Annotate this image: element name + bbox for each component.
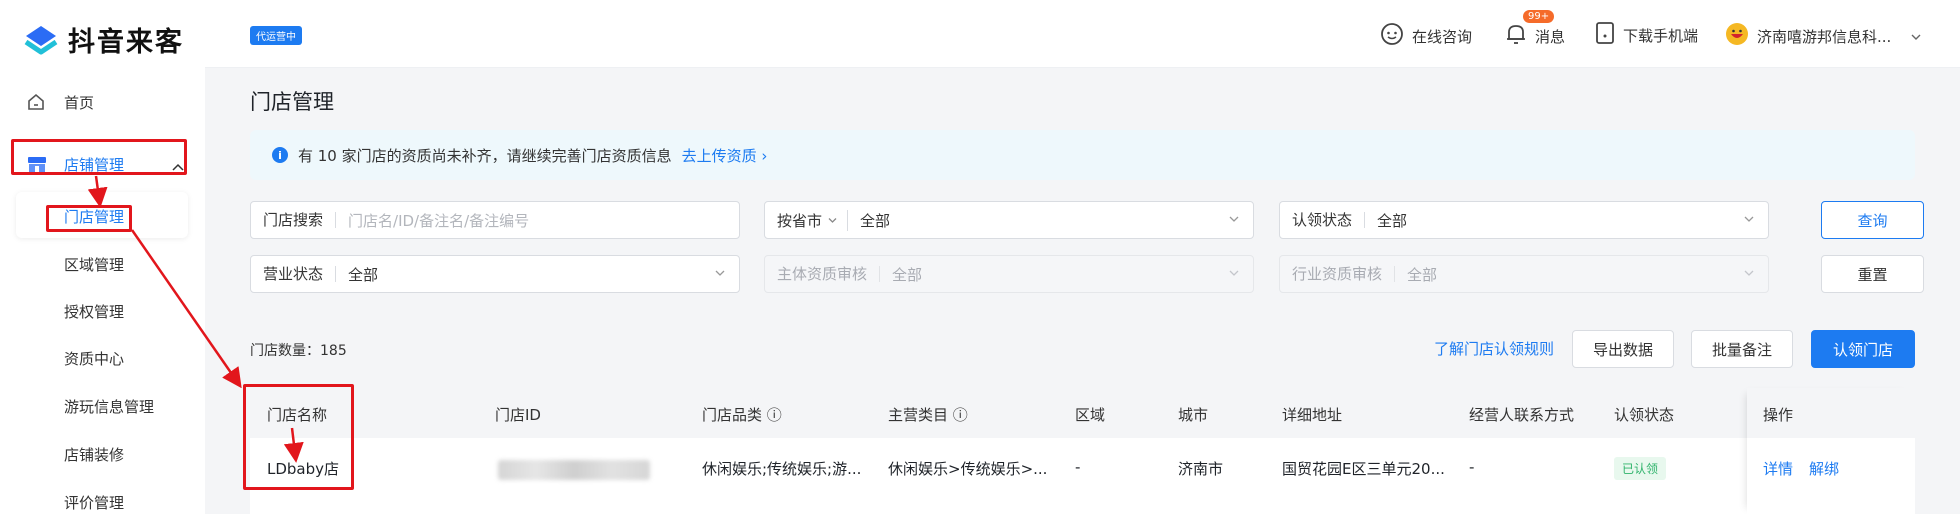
- store-search-input[interactable]: 门店名/ID/备注名/备注编号: [336, 210, 739, 231]
- messages-button[interactable]: 99+ 消息: [1505, 10, 1566, 50]
- store-table: 门店名称 门店ID 门店品类 ⓘ 主营类目 ⓘ 区域 城市 详细地址 经营人联系…: [250, 388, 1915, 514]
- claim-store-button[interactable]: 认领门店: [1811, 330, 1915, 368]
- claim-status-label: 认领状态: [1280, 212, 1366, 228]
- main-category-cell: 休闲娱乐>传统娱乐>...: [888, 460, 1048, 478]
- notice-text: 有 10 家门店的资质尚未补齐，请继续完善门店资质信息: [298, 146, 672, 165]
- online-consult-button[interactable]: 在线咨询: [1380, 22, 1472, 50]
- chevron-down-icon: [1744, 270, 1754, 276]
- home-icon: [26, 92, 46, 112]
- qualification-notice: i 有 10 家门店的资质尚未补齐，请继续完善门店资质信息 去上传资质 ›: [250, 130, 1915, 180]
- messages-label: 消息: [1535, 27, 1566, 46]
- upload-qualification-link[interactable]: 去上传资质 ›: [682, 145, 768, 166]
- column-header-category: 门店品类 ⓘ: [702, 406, 782, 424]
- avatar: [1725, 22, 1749, 50]
- store-id-redacted: [498, 460, 650, 480]
- brand-name: 抖音来客: [68, 27, 184, 58]
- business-status-select[interactable]: 营业状态 全部: [250, 255, 740, 293]
- column-header-address: 详细地址: [1282, 406, 1343, 424]
- column-header-region: 区域: [1075, 406, 1106, 424]
- unbind-link[interactable]: 解绑: [1809, 458, 1839, 479]
- annotation-box-store-list: [46, 205, 132, 232]
- account-name: 济南嘻游邦信息科...: [1757, 27, 1892, 46]
- column-header-status: 认领状态: [1614, 406, 1675, 424]
- detail-link[interactable]: 详情: [1763, 458, 1793, 479]
- messages-count-badge: 99+: [1523, 10, 1555, 23]
- sidebar-subitem-reviews[interactable]: 评价管理: [64, 492, 124, 513]
- query-button[interactable]: 查询: [1821, 201, 1924, 239]
- store-count: 门店数量：185: [250, 343, 347, 359]
- column-header-main-category: 主营类目 ⓘ: [888, 406, 968, 424]
- sidebar-subitem-decoration[interactable]: 店铺装修: [64, 444, 124, 465]
- contact-cell: -: [1469, 458, 1475, 476]
- export-data-button[interactable]: 导出数据: [1572, 330, 1674, 368]
- city-cell: 济南市: [1178, 460, 1224, 478]
- brand-logo[interactable]: 抖音来客: [22, 20, 184, 59]
- annotation-box-store-name: [243, 384, 354, 490]
- consult-label: 在线咨询: [1412, 27, 1473, 46]
- column-header-city: 城市: [1178, 406, 1209, 424]
- business-status-value: 全部: [348, 265, 379, 284]
- chevron-down-icon: [1744, 216, 1754, 222]
- download-label: 下载手机端: [1623, 26, 1699, 45]
- sidebar-item-home[interactable]: 首页: [0, 82, 190, 122]
- chevron-down-icon: [715, 270, 725, 276]
- douyin-laike-logo-icon: [22, 22, 60, 58]
- reset-button[interactable]: 重置: [1821, 255, 1924, 293]
- business-status-label: 营业状态: [251, 266, 337, 282]
- province-value: 全部: [860, 211, 891, 230]
- chevron-down-icon: [1229, 270, 1239, 276]
- column-header-id: 门店ID: [495, 406, 541, 424]
- store-search-label: 门店搜索: [251, 212, 337, 228]
- chevron-down-icon: [1911, 27, 1921, 45]
- bell-icon: 99+: [1505, 10, 1555, 50]
- page-title: 门店管理: [250, 90, 334, 114]
- sidebar-subitem-play-info[interactable]: 游玩信息管理: [64, 396, 154, 417]
- actions-column: 操作 详情 解绑: [1747, 388, 1915, 514]
- industry-review-value: 全部: [1407, 265, 1438, 284]
- province-city-select[interactable]: 按省市 全部: [764, 201, 1254, 239]
- claim-status-select[interactable]: 认领状态 全部: [1279, 201, 1769, 239]
- entity-review-label: 主体资质审核: [765, 266, 881, 282]
- claimed-status-badge: 已认领: [1614, 457, 1667, 480]
- phone-icon: [1595, 22, 1615, 48]
- category-cell: 休闲娱乐;传统娱乐;游...: [702, 460, 862, 478]
- sidebar: 抖音来客 首页 店铺管理 门店管理 区域管理 授权管理 资质中心 游玩信息管理 …: [0, 0, 205, 514]
- top-header: 代运营中 在线咨询 99+ 消息 下载手机端 济南嘻游邦信息科...: [205, 0, 1960, 68]
- claim-status-value: 全部: [1377, 211, 1408, 230]
- sidebar-subitem-qualification[interactable]: 资质中心: [64, 348, 124, 369]
- agency-badge: 代运营中: [250, 26, 302, 45]
- column-header-actions: 操作: [1763, 406, 1794, 424]
- sidebar-subitem-authorization[interactable]: 授权管理: [64, 301, 124, 322]
- chevron-down-icon: [828, 217, 837, 223]
- industry-review-label: 行业资质审核: [1280, 266, 1396, 282]
- download-app-button[interactable]: 下载手机端: [1595, 22, 1698, 48]
- batch-note-button[interactable]: 批量备注: [1691, 330, 1793, 368]
- sidebar-subitem-region[interactable]: 区域管理: [64, 254, 124, 275]
- address-cell: 国贸花园E区三单元20...: [1282, 460, 1445, 478]
- entity-review-select: 主体资质审核 全部: [764, 255, 1254, 293]
- account-menu[interactable]: 济南嘻游邦信息科...: [1725, 22, 1921, 50]
- store-search-field[interactable]: 门店搜索 门店名/ID/备注名/备注编号: [250, 201, 740, 239]
- region-mode-select[interactable]: 按省市: [765, 209, 849, 231]
- region-cell: -: [1075, 458, 1081, 476]
- chevron-down-icon: [1229, 216, 1239, 222]
- industry-review-select: 行业资质审核 全部: [1279, 255, 1769, 293]
- sidebar-item-label: 首页: [64, 93, 95, 112]
- entity-review-value: 全部: [892, 265, 923, 284]
- region-mode-label: 按省市: [777, 211, 823, 230]
- claim-rules-link[interactable]: 了解门店认领规则: [1434, 338, 1554, 359]
- annotation-box-store-management: [11, 139, 187, 175]
- chat-icon: [1380, 22, 1404, 50]
- column-header-contact: 经营人联系方式: [1469, 406, 1575, 424]
- info-icon: i: [272, 147, 288, 163]
